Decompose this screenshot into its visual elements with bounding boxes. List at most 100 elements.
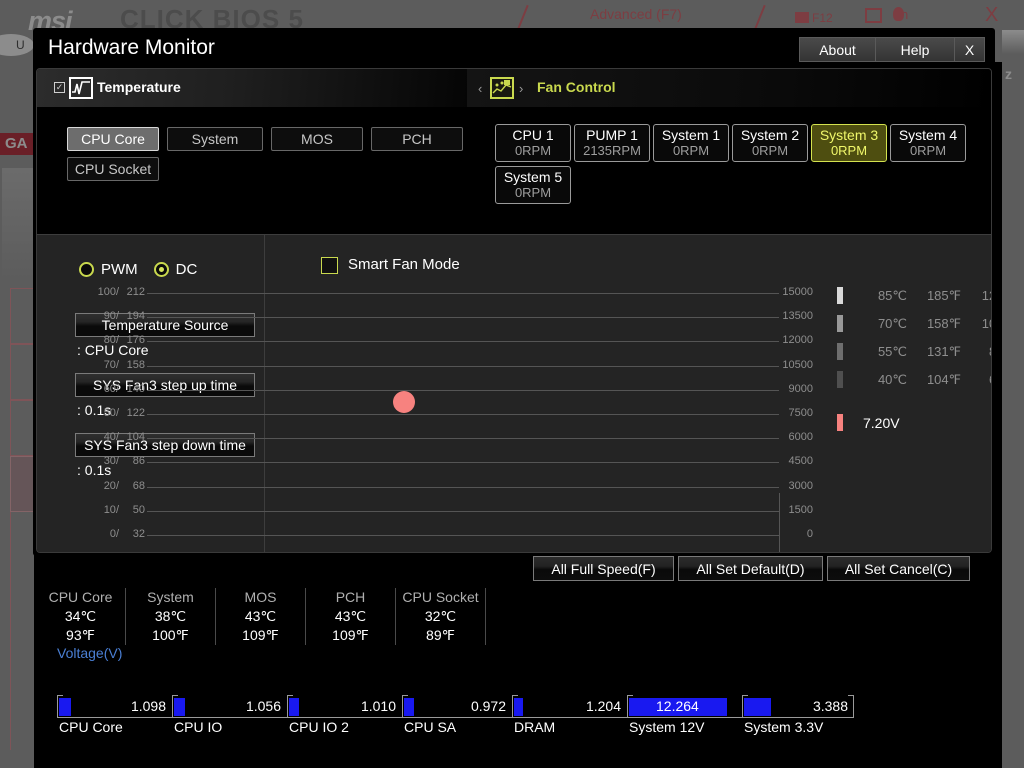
temperature-checkbox[interactable]: ✓ <box>54 82 65 93</box>
smart-fan-mode-checkbox[interactable] <box>321 257 338 274</box>
voltage-bars: 1.098 CPU Core 1.056 CPU IO 1.010 CPU IO 2 0.9… <box>57 695 854 737</box>
legend-temp-c: 40℃ <box>877 371 907 387</box>
temp-axis-tick: 80/176 <box>103 334 145 347</box>
temperature-section-label: Temperature <box>97 79 181 95</box>
voltage-tick <box>512 695 513 717</box>
fan-mode-radio-group: PWM DC <box>79 261 213 278</box>
all-set-default-button[interactable]: All Set Default(D) <box>678 556 823 581</box>
voltage-tick <box>172 695 173 717</box>
temp-source-pch[interactable]: PCH <box>371 127 463 151</box>
voltage-cell: 1.056 CPU IO <box>172 695 287 737</box>
voltage-bar <box>514 698 523 716</box>
fan-button-cpu-1[interactable]: CPU 1 0RPM <box>495 124 571 162</box>
dialog-title-buttons: About Help X <box>799 37 985 62</box>
legend-temp-c: 55℃ <box>877 343 907 359</box>
fan-button-system-5[interactable]: System 5 0RPM <box>495 166 571 204</box>
fan-curve-panel: PWM DC Temperature Source : CPU Core SYS… <box>37 234 991 552</box>
temp-label: System <box>147 589 194 605</box>
fan-settings-pane: PWM DC Temperature Source : CPU Core SYS… <box>37 235 265 552</box>
fan-name: System 3 <box>819 127 879 143</box>
temp-source-cpu-core[interactable]: CPU Core <box>67 127 159 151</box>
temp-fahrenheit: 93℉ <box>66 627 95 643</box>
gridline <box>147 414 779 415</box>
fan-name: PUMP 1 <box>586 127 638 143</box>
fan-button-system-1[interactable]: System 1 0RPM <box>653 124 729 162</box>
rpm-axis-tick: 13500 <box>782 310 813 323</box>
voltage-end-tick-top <box>848 695 854 696</box>
temp-celsius: 32℃ <box>424 608 457 624</box>
all-set-cancel-button[interactable]: All Set Cancel(C) <box>827 556 970 581</box>
rpm-axis-tick: 3000 <box>788 479 813 492</box>
radio-dc[interactable] <box>153 262 169 277</box>
voltage-cell: 0.972 CPU SA <box>402 695 512 737</box>
temp-celsius: 38℃ <box>154 608 187 624</box>
legend-current-value: 7.20V <box>863 414 900 431</box>
voltage-value: 1.010 <box>360 698 396 714</box>
temp-summary-cpu-core: CPU Core 34℃ 93℉ <box>36 588 126 645</box>
voltage-tick-top <box>172 695 178 696</box>
voltage-tick-top <box>742 695 748 696</box>
fan-rpm: 0RPM <box>514 185 552 200</box>
rpm-axis-tick: 0 <box>806 528 813 540</box>
legend-volts: 10.80V <box>981 316 991 331</box>
temp-summary-system: System 38℃ 100℉ <box>126 588 216 645</box>
all-full-speed-button[interactable]: All Full Speed(F) <box>533 556 674 581</box>
fan-name: System 2 <box>740 127 800 143</box>
dialog-title: Hardware Monitor <box>48 36 215 59</box>
voltage-cell: 3.388 System 3.3V <box>742 695 854 737</box>
temp-summary-mos: MOS 43℃ 109℉ <box>216 588 306 645</box>
voltage-value: 12.264 <box>656 698 699 714</box>
temp-source-cpu-socket[interactable]: CPU Socket <box>67 157 159 181</box>
rpm-axis-tick: 9000 <box>788 382 813 395</box>
fan-button-system-2[interactable]: System 2 0RPM <box>732 124 808 162</box>
radio-pwm[interactable] <box>79 262 94 277</box>
fan-rpm: 2135RPM <box>583 143 641 158</box>
voltage-label: CPU IO <box>174 719 223 735</box>
gridline <box>147 535 779 536</box>
voltage-value: 1.056 <box>245 698 281 714</box>
chevron-right-icon[interactable]: › <box>519 81 523 96</box>
temp-axis-tick: 70/158 <box>103 358 145 371</box>
fan-name: System 5 <box>503 169 563 185</box>
voltage-tick-top <box>512 695 518 696</box>
rpm-axis-tick: 15000 <box>782 286 813 298</box>
temp-axis-tick: 100/212 <box>97 286 145 298</box>
legend-temp-f: 131℉ <box>926 343 961 359</box>
legend-row: 40℃ 104℉ 6.00V <box>837 371 991 388</box>
fan-rpm: 0RPM <box>751 143 789 158</box>
fan-curve-graph <box>266 235 991 552</box>
fan-button-system-4[interactable]: System 4 0RPM <box>890 124 966 162</box>
voltage-tick <box>402 695 403 717</box>
fan-control-section-label: Fan Control <box>537 79 616 95</box>
gridline <box>147 293 779 294</box>
fan-button-pump-1[interactable]: PUMP 1 2135RPM <box>574 124 650 162</box>
screen: msi CLICK BIOS 5 Advanced (F7) F12 Fn X … <box>0 0 1024 768</box>
temp-axis-tick: 60/140 <box>103 382 145 395</box>
voltage-tick <box>627 695 628 717</box>
legend-current-voltage: 7.20V <box>837 414 900 431</box>
radio-pwm-label: PWM <box>101 261 138 278</box>
voltage-tick-top <box>287 695 293 696</box>
temp-axis-tick: 0/32 <box>109 528 145 540</box>
chevron-left-icon[interactable]: ‹ <box>478 81 482 96</box>
voltage-cell: 1.204 DRAM <box>512 695 627 737</box>
gridline <box>147 510 779 512</box>
legend-temp-f: 104℉ <box>926 371 961 387</box>
voltage-bar <box>404 698 414 716</box>
temp-axis-tick: 40/104 <box>103 431 145 444</box>
close-button[interactable]: X <box>954 37 985 62</box>
gridline <box>147 365 779 367</box>
temp-source-mos[interactable]: MOS <box>271 127 363 151</box>
fan-rpm: 0RPM <box>672 143 710 158</box>
help-button[interactable]: Help <box>875 37 955 62</box>
voltage-tick-top <box>57 695 63 696</box>
about-button[interactable]: About <box>799 37 876 62</box>
fan-curve-point[interactable] <box>393 390 415 413</box>
voltage-section-title: Voltage(V) <box>57 645 123 661</box>
temp-source-system[interactable]: System <box>167 127 263 151</box>
voltage-end-tick <box>853 695 854 717</box>
fan-button-system-3[interactable]: System 3 0RPM <box>811 124 887 162</box>
legend-volts: 6.00V <box>971 372 991 387</box>
fan-graph-icon <box>490 77 514 99</box>
voltage-tick <box>57 695 58 717</box>
